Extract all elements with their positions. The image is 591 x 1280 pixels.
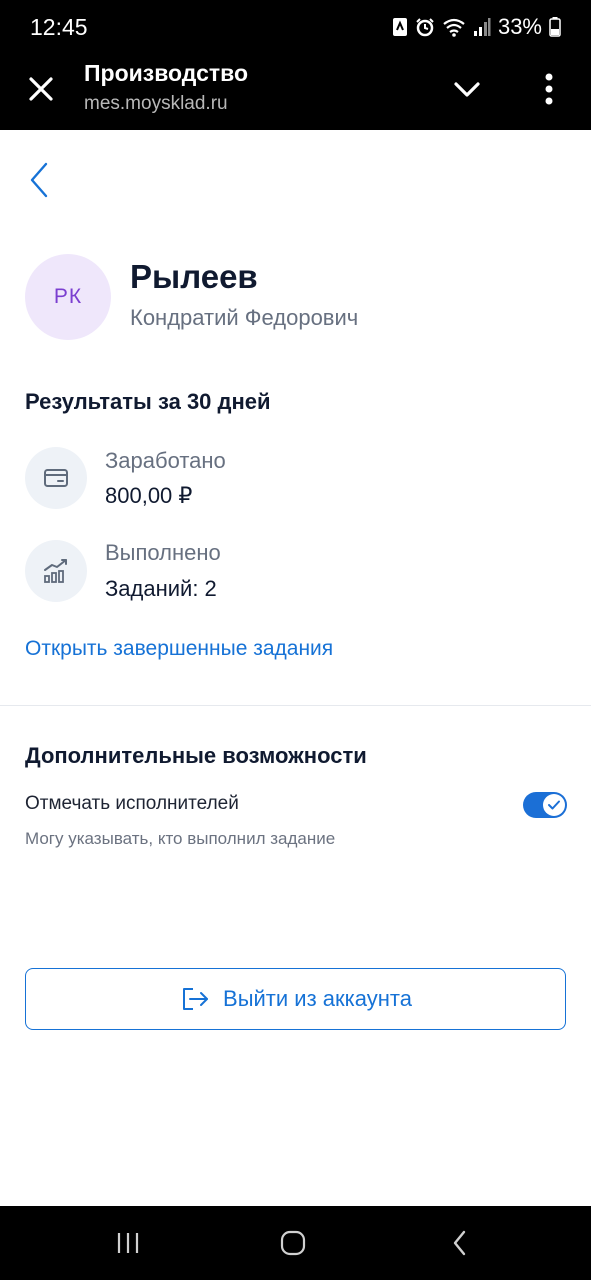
recent-apps-icon (117, 1233, 139, 1253)
mark-performers-toggle[interactable] (523, 792, 567, 818)
more-options-icon[interactable] (536, 69, 562, 109)
browser-title: Производство (84, 60, 249, 86)
logout-icon (183, 988, 209, 1010)
back-arrow-icon[interactable] (24, 158, 56, 202)
status-icons: 33% (392, 14, 561, 40)
growth-chart-icon (44, 559, 67, 583)
mark-performers-label: Отмечать исполнителей (25, 793, 239, 814)
signal-icon (473, 18, 491, 36)
logout-label: Выйти из аккаунта (223, 986, 412, 1011)
status-bar: 12:45 33% (0, 0, 591, 54)
completed-value: Заданий: 2 (105, 576, 217, 601)
earned-label: Заработано (105, 448, 226, 473)
logout-button[interactable]: Выйти из аккаунта (25, 968, 566, 1030)
extra-options-title: Дополнительные возможности (25, 743, 367, 768)
battery-icon (549, 17, 561, 37)
back-button[interactable] (440, 1228, 480, 1258)
battery-percent: 33% (497, 14, 542, 39)
chart-icon-circle (25, 540, 87, 602)
avatar: РК (25, 254, 111, 340)
profile-first-name: Кондратий Федорович (130, 305, 359, 330)
avatar-initials: РК (53, 285, 83, 308)
system-nav-bar (0, 1206, 591, 1280)
status-time: 12:45 (30, 14, 88, 40)
chevron-down-icon[interactable] (450, 74, 484, 104)
toggle-knob (543, 794, 565, 816)
home-button[interactable] (273, 1228, 313, 1258)
home-icon (280, 1230, 306, 1256)
divider (0, 705, 591, 706)
earned-value: 800,00 ₽ (105, 483, 193, 508)
wallet-icon-circle (25, 447, 87, 509)
nfc-icon (392, 18, 407, 36)
open-completed-tasks-link[interactable]: Открыть завершенные задания (25, 637, 333, 661)
profile-last-name: Рылеев (130, 258, 258, 295)
browser-url: mes.moysklad.ru (84, 93, 228, 114)
mark-performers-hint: Могу указывать, кто выполнил задание (25, 829, 336, 848)
wifi-icon (443, 18, 465, 37)
check-icon (548, 800, 560, 810)
browser-toolbar: Производство mes.moysklad.ru (0, 54, 591, 130)
completed-label: Выполнено (105, 540, 221, 565)
recent-apps-button[interactable] (108, 1228, 148, 1258)
card-icon (44, 469, 68, 487)
nav-back-icon (453, 1230, 466, 1256)
alarm-icon (416, 18, 434, 37)
close-icon[interactable] (24, 72, 58, 106)
results-title: Результаты за 30 дней (25, 389, 271, 414)
